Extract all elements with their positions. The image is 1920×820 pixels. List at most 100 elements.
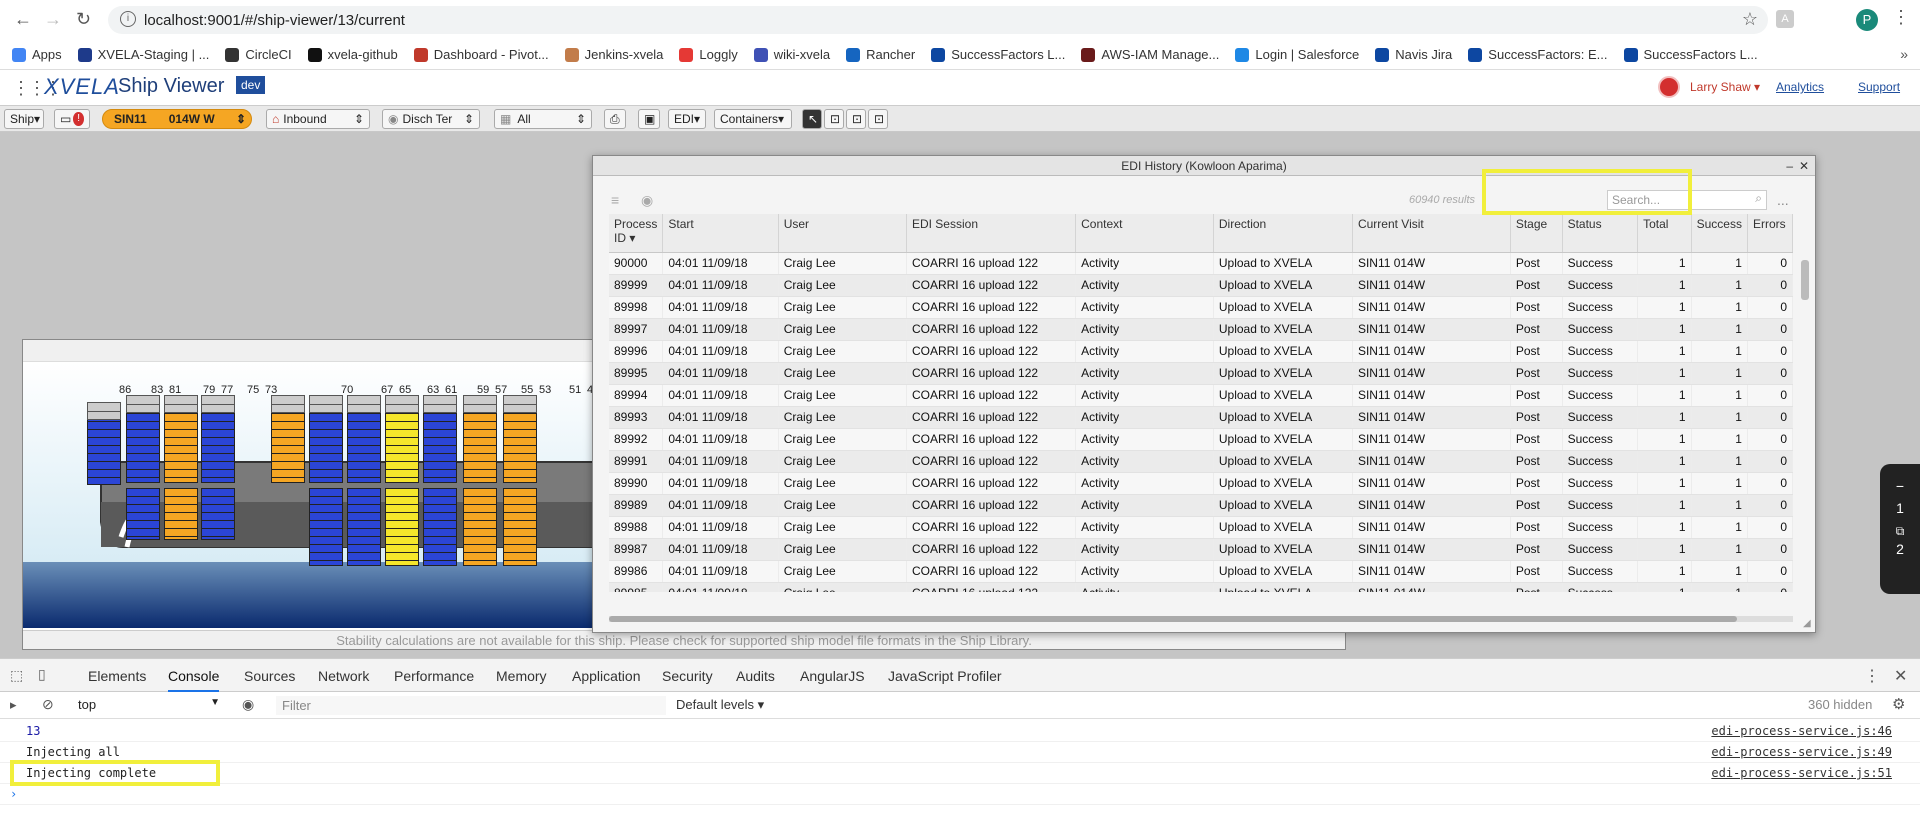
bookmark-item[interactable]: Navis Jira [1375,47,1452,62]
edi-menu[interactable]: EDI ▾ [668,109,706,129]
deck-container-stack[interactable] [423,413,457,483]
table-row[interactable]: 89997 04:01 11/09/18 Craig Lee COARRI 16 up… [609,318,1793,341]
devtools-close-icon[interactable]: ✕ [1894,666,1907,686]
visit-selector[interactable]: SIN11 014W W ⇕ [102,109,252,129]
column-header[interactable]: Current Visit [1352,214,1511,253]
table-row[interactable]: 90000 04:01 11/09/18 Craig Lee COARRI 16 up… [609,252,1793,275]
bookmark-item[interactable]: XVELA-Staging | ... [77,47,209,62]
deck-container-stack[interactable] [87,413,121,485]
hold-container-stack[interactable] [385,488,419,566]
console-filter-input[interactable]: Filter [276,696,666,715]
table-row[interactable]: 89995 04:01 11/09/18 Craig Lee COARRI 16 up… [609,362,1793,385]
collapse-button[interactable]: − [1880,478,1920,494]
devtools-tab[interactable]: Network [318,668,369,684]
table-row[interactable]: 89986 04:01 11/09/18 Craig Lee COARRI 16 up… [609,560,1793,583]
deck-container-stack[interactable] [309,413,343,483]
bookmark-item[interactable]: SuccessFactors L... [1623,47,1758,62]
devtools-tab[interactable]: JavaScript Profiler [888,668,1002,684]
table-row[interactable]: 89996 04:01 11/09/18 Craig Lee COARRI 16 up… [609,340,1793,363]
devtools-tab[interactable]: Application [572,668,641,684]
column-header[interactable]: Stage [1510,214,1563,253]
table-row[interactable]: 89990 04:01 11/09/18 Craig Lee COARRI 16 up… [609,472,1793,495]
deck-container-stack[interactable] [385,413,419,483]
table-row[interactable]: 89991 04:01 11/09/18 Craig Lee COARRI 16 up… [609,450,1793,473]
clear-console-icon[interactable]: ⊘ [42,696,54,713]
column-header[interactable]: Success [1691,214,1748,253]
bookmark-item[interactable]: SuccessFactors L... [931,47,1065,62]
deck-container-stack[interactable] [463,413,497,483]
column-header[interactable]: User [778,214,907,253]
devtools-menu-icon[interactable]: ⋮ [1864,666,1880,686]
level-2-button[interactable]: 2 [1880,541,1920,557]
browser-menu-icon[interactable]: ⋮ [1892,7,1910,28]
column-header[interactable]: Context [1075,214,1214,253]
devtools-tab[interactable]: Sources [244,668,295,684]
hold-container-stack[interactable] [503,488,537,566]
more-options-icon[interactable]: ... [1777,192,1789,208]
devtools-tab[interactable]: Audits [736,668,775,684]
terminal-select[interactable]: ◉ Disch Ter ⇕ [382,109,480,129]
table-row[interactable]: 89999 04:01 11/09/18 Craig Lee COARRI 16 up… [609,274,1793,297]
extension-icon[interactable]: A [1776,10,1794,28]
bookmark-item[interactable]: SuccessFactors: E... [1468,47,1608,62]
deck-container-stack[interactable] [201,413,235,483]
print-button[interactable]: ⎙ [604,109,626,129]
bookmark-item[interactable]: Apps [12,47,62,62]
star-icon[interactable]: ☆ [1742,9,1758,30]
log-source-link[interactable]: edi-process-service.js:49 [1711,742,1892,763]
level-1-button[interactable]: 1 [1880,500,1920,516]
table-row[interactable]: 89993 04:01 11/09/18 Craig Lee COARRI 16 up… [609,406,1793,429]
info-icon[interactable]: i [120,11,136,27]
inspect-icon[interactable]: ⬚ [10,667,23,684]
devtools-tab[interactable]: Memory [496,668,547,684]
bookmark-item[interactable]: wiki-xvela [753,47,830,62]
hold-container-stack[interactable] [423,488,457,566]
table-row[interactable]: 89994 04:01 11/09/18 Craig Lee COARRI 16 up… [609,384,1793,407]
sort-desc-icon[interactable]: ▾ [626,231,635,245]
vertical-scrollbar[interactable] [1801,260,1809,300]
xvela-logo[interactable]: XVELA [44,74,120,100]
log-levels-select[interactable]: Default levels ▾ [676,697,764,713]
devtools-tab[interactable]: Elements [88,668,146,684]
forward-icon[interactable]: → [44,9,62,30]
bookmark-item[interactable]: CircleCI [225,47,292,62]
user-menu[interactable]: Larry Shaw ▾ [1690,80,1760,94]
hold-container-stack[interactable] [347,488,381,566]
tool-3[interactable]: ⊡ [846,109,866,129]
table-row[interactable]: 89998 04:01 11/09/18 Craig Lee COARRI 16 up… [609,296,1793,319]
more-bookmarks-icon[interactable]: » [1896,46,1908,62]
bookmark-item[interactable]: xvela-github [307,47,398,62]
column-header[interactable]: EDI Session [906,214,1077,253]
table-row[interactable]: 8998504:01 11/09/18Craig LeeCOARRI 16 up… [609,582,1793,592]
eye-icon[interactable]: ◉ [641,192,653,209]
eye-icon[interactable]: ◉ [242,696,254,713]
deck-container-stack[interactable] [271,413,305,483]
deck-container-stack[interactable] [503,413,537,483]
back-icon[interactable]: ← [14,9,32,30]
log-source-link[interactable]: edi-process-service.js:46 [1711,721,1892,742]
bookmark-item[interactable]: Dashboard - Pivot... [413,47,549,62]
log-source-link[interactable]: edi-process-service.js:51 [1711,763,1892,784]
resize-handle-icon[interactable]: ◢ [1803,618,1811,629]
user-avatar[interactable] [1658,76,1680,98]
column-header[interactable]: Direction [1213,214,1353,253]
bookmark-item[interactable]: Loggly [679,47,738,62]
minimize-icon[interactable]: – [1786,156,1793,176]
table-row[interactable]: 89992 04:01 11/09/18 Craig Lee COARRI 16 up… [609,428,1793,451]
profile-avatar[interactable]: P [1856,9,1878,31]
column-header[interactable]: Process ID ▾ [609,214,664,253]
table-row[interactable]: 89987 04:01 11/09/18 Craig Lee COARRI 16 up… [609,538,1793,561]
select-tool[interactable]: ↖ [802,109,822,129]
bookmark-item[interactable]: Jenkins-xvela [564,47,663,62]
column-header[interactable]: Total [1637,214,1692,253]
hold-container-stack[interactable] [201,488,235,540]
edi-history-dialog[interactable]: EDI History (Kowloon Aparima) – ✕ ≡ ◉ 60… [592,155,1816,633]
hold-container-stack[interactable] [309,488,343,566]
containers-menu[interactable]: Containers ▾ [714,109,792,129]
console-prompt[interactable]: › [0,784,1920,805]
hold-container-stack[interactable] [126,488,160,540]
bookmark-item[interactable]: Login | Salesforce [1235,47,1359,62]
devtools-tab[interactable]: Security [662,668,713,684]
address-bar[interactable]: i localhost:9001/#/ship-viewer/13/curren… [108,6,1768,34]
tool-2[interactable]: ⊡ [824,109,844,129]
